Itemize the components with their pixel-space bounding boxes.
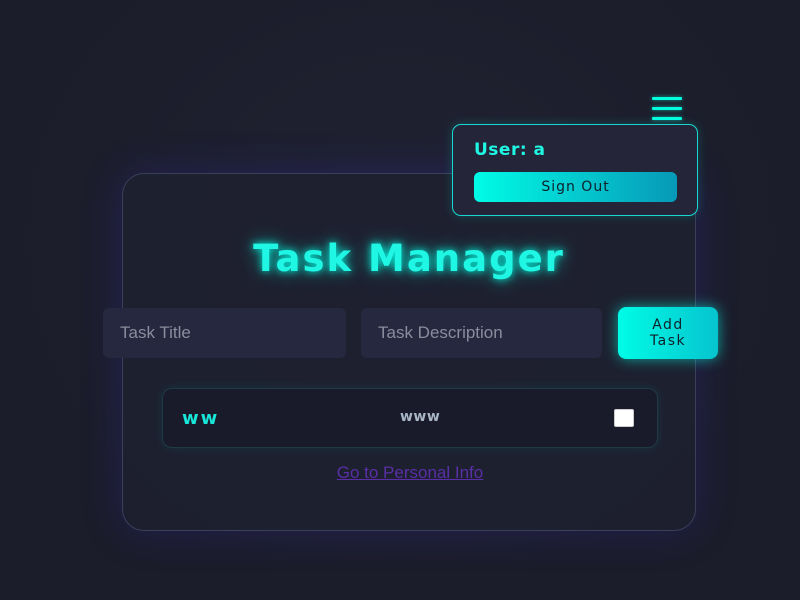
task-list-item: ww www xyxy=(162,388,658,448)
hamburger-line xyxy=(652,107,682,110)
hamburger-line xyxy=(652,97,682,100)
hamburger-line xyxy=(652,117,682,120)
personal-info-link[interactable]: Go to Personal Info xyxy=(0,463,800,483)
sign-out-button[interactable]: Sign Out xyxy=(474,172,677,202)
task-item-title: ww xyxy=(182,408,220,429)
task-title-input[interactable] xyxy=(103,308,346,358)
task-description-input[interactable] xyxy=(361,308,602,358)
add-task-button[interactable]: Add Task xyxy=(618,307,718,359)
task-complete-checkbox[interactable] xyxy=(614,409,634,427)
page: Task Manager Add Task ww www Go to Perso… xyxy=(0,0,800,600)
hamburger-icon[interactable] xyxy=(652,97,682,121)
task-item-description: www xyxy=(400,409,441,425)
user-label: User: a xyxy=(474,140,546,160)
user-dropdown-menu: User: a Sign Out xyxy=(452,124,698,216)
page-title: Task Manager xyxy=(253,237,565,280)
